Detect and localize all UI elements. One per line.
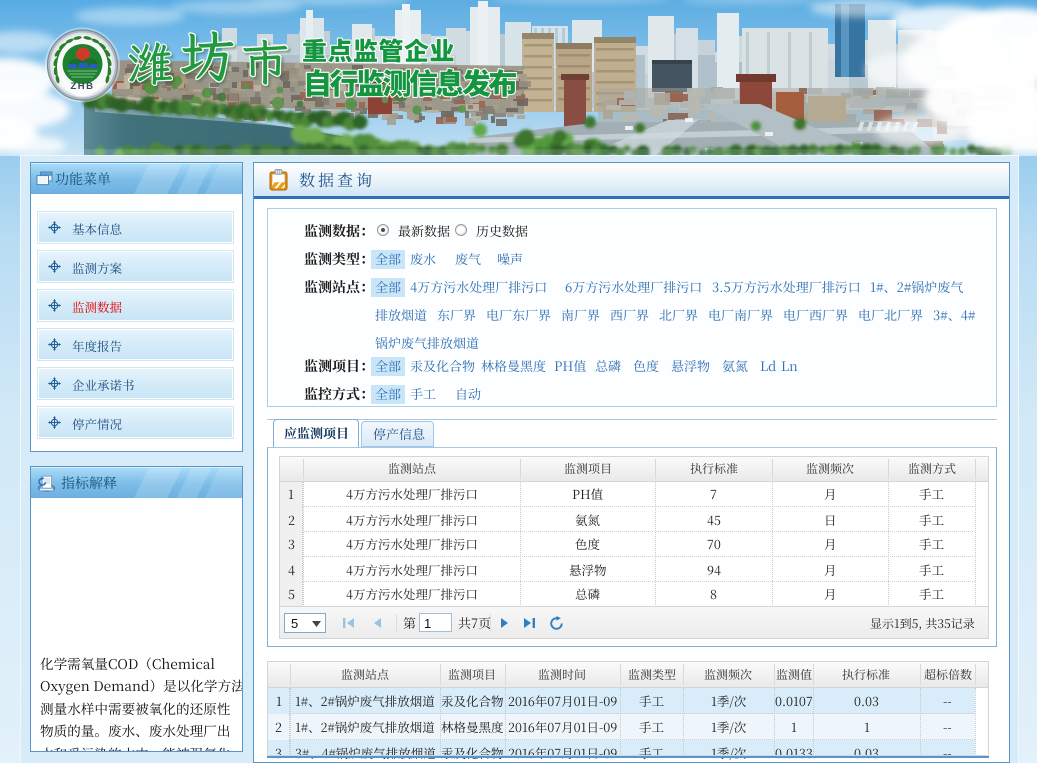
svg-text:ZHB: ZHB	[70, 81, 94, 92]
